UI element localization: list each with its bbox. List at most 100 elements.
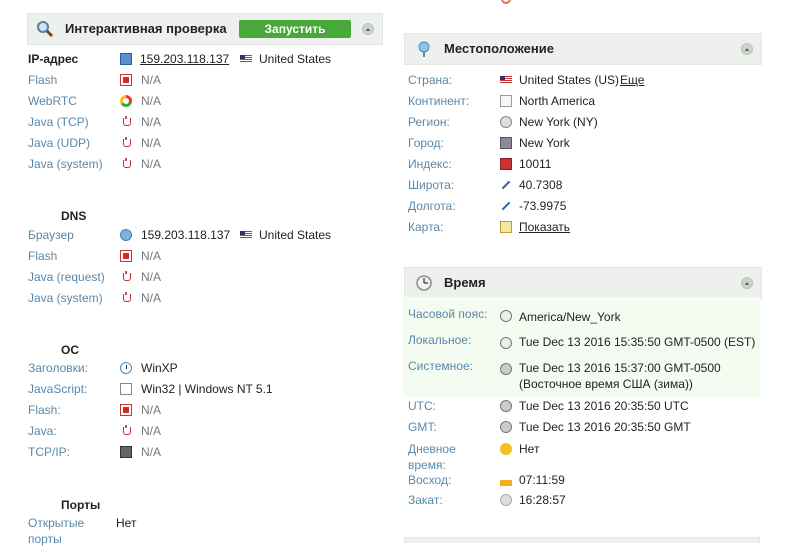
dns-flash-row: Flash N/A xyxy=(28,247,378,265)
row-value-cont: (Восточное время США (зима)) xyxy=(519,377,693,391)
map-icon xyxy=(500,221,512,233)
time-title: Время xyxy=(444,275,486,290)
location-pin-icon xyxy=(415,40,433,58)
sun-icon xyxy=(500,443,512,455)
sunrise-icon xyxy=(500,474,512,486)
row-label: Java: xyxy=(28,424,57,438)
row-value: N/A xyxy=(141,270,162,284)
row-label: Flash: xyxy=(28,403,61,417)
row-label: Системное: xyxy=(408,359,473,373)
row-value: America/New_York xyxy=(519,310,621,324)
java-icon xyxy=(120,271,132,283)
next-panel-header-edge xyxy=(404,537,760,543)
row-label: Java (request) xyxy=(28,270,105,284)
ip-flash-row: Flash N/A xyxy=(28,71,378,89)
time-system-row-cont: (Восточное время США (зима)) xyxy=(519,375,759,393)
world-clock-icon xyxy=(500,421,512,433)
row-label: Карта: xyxy=(408,220,444,234)
row-country: United States xyxy=(259,228,332,242)
row-value: N/A xyxy=(141,115,162,129)
java-icon xyxy=(120,116,132,128)
time-sunset-row: Закат: 16:28:57 xyxy=(408,491,758,509)
sunset-icon xyxy=(500,494,512,506)
row-label: JavaScript: xyxy=(28,382,88,396)
os-flash-row: Flash: N/A xyxy=(28,401,378,419)
show-map-link[interactable]: Показать xyxy=(519,218,570,236)
row-value: Tue Dec 13 2016 15:35:50 GMT-0500 (EST) xyxy=(519,335,756,349)
row-label: Восход: xyxy=(408,473,452,487)
row-label: Заголовки: xyxy=(28,361,88,375)
more-link[interactable]: Еще xyxy=(620,71,644,89)
collapse-icon[interactable] xyxy=(741,277,753,289)
row-value: New York xyxy=(519,136,570,150)
row-value: Tue Dec 13 2016 20:35:50 UTC xyxy=(519,399,689,413)
row-value: Win32 | Windows NT 5.1 xyxy=(141,382,273,396)
ip-icon xyxy=(120,53,132,65)
envelope-icon xyxy=(500,95,512,107)
flash-icon xyxy=(120,404,132,416)
row-label: TCP/IP: xyxy=(28,445,71,459)
ip-webrtc-row: WebRTC N/A xyxy=(28,92,378,110)
monitor-icon xyxy=(120,446,132,458)
ip-label: IP-адрес xyxy=(28,52,79,66)
compass-icon xyxy=(500,116,512,128)
row-label-cont: порты xyxy=(28,532,62,546)
globe-icon xyxy=(120,229,132,241)
collapse-icon[interactable] xyxy=(741,43,753,55)
os-tcpip-row: TCP/IP: N/A xyxy=(28,443,378,461)
time-local-row: Локальное: Tue Dec 13 2016 15:35:50 GMT-… xyxy=(408,331,758,349)
webrtc-icon xyxy=(120,95,132,107)
clock-icon xyxy=(500,337,512,349)
flash-icon xyxy=(120,74,132,86)
location-longitude-row: Долгота: -73.9975 xyxy=(408,197,758,215)
partial-icon xyxy=(501,0,511,4)
row-label: Java (UDP) xyxy=(28,136,91,150)
building-icon xyxy=(500,137,512,149)
row-label: Широта: xyxy=(408,178,455,192)
row-label: Java (system) xyxy=(28,291,103,305)
row-label: Индекс: xyxy=(408,157,452,171)
row-label: Регион: xyxy=(408,115,450,129)
row-value: United States (US) xyxy=(519,73,620,87)
run-button[interactable]: Запустить xyxy=(239,20,351,38)
time-header: Время xyxy=(404,267,762,299)
world-clock-icon xyxy=(500,363,512,375)
dns-title: DNS xyxy=(61,209,87,223)
os-title: ОС xyxy=(61,343,79,357)
os-java-row: Java: N/A xyxy=(28,422,378,440)
mailbox-icon xyxy=(500,158,512,170)
location-header: Местоположение xyxy=(404,33,762,65)
us-flag-icon xyxy=(240,55,252,63)
row-value: 159.203.118.137 xyxy=(141,228,231,242)
interactive-check-title: Интерактивная проверка xyxy=(65,21,227,36)
magnifier-icon xyxy=(36,20,54,38)
pushpin-icon xyxy=(500,200,512,212)
row-value: N/A xyxy=(141,157,162,171)
left-column: Интерактивная проверка Запустить IP-адре… xyxy=(0,0,390,546)
row-value: 16:28:57 xyxy=(519,493,566,507)
location-latitude-row: Широта: 40.7308 xyxy=(408,176,758,194)
world-clock-icon xyxy=(500,400,512,412)
row-label: Браузер xyxy=(28,228,74,242)
row-value: N/A xyxy=(141,94,162,108)
row-value: N/A xyxy=(141,136,162,150)
page-icon xyxy=(120,383,132,395)
ip-link[interactable]: 159.203.118.137 xyxy=(140,50,229,68)
ip-row: IP-адрес 159.203.118.137 United States xyxy=(28,50,378,68)
location-region-row: Регион: New York (NY) xyxy=(408,113,758,131)
row-value: N/A xyxy=(141,73,162,87)
row-value: 10011 xyxy=(519,157,552,171)
row-label: Локальное: xyxy=(408,333,472,347)
location-country-row: Страна: United States (US) Еще xyxy=(408,71,758,89)
row-value: New York (NY) xyxy=(519,115,598,129)
row-label: Континент: xyxy=(408,94,470,108)
ip-country: United States xyxy=(259,52,332,66)
clock-icon xyxy=(500,310,512,322)
collapse-icon[interactable] xyxy=(362,23,374,35)
row-label: Java (TCP) xyxy=(28,115,89,129)
flash-icon xyxy=(120,250,132,262)
dns-browser-row: Браузер 159.203.118.137 United States xyxy=(28,226,378,244)
dns-java-request-row: Java (request) N/A xyxy=(28,268,378,286)
java-icon xyxy=(120,158,132,170)
row-label: Страна: xyxy=(408,73,453,87)
